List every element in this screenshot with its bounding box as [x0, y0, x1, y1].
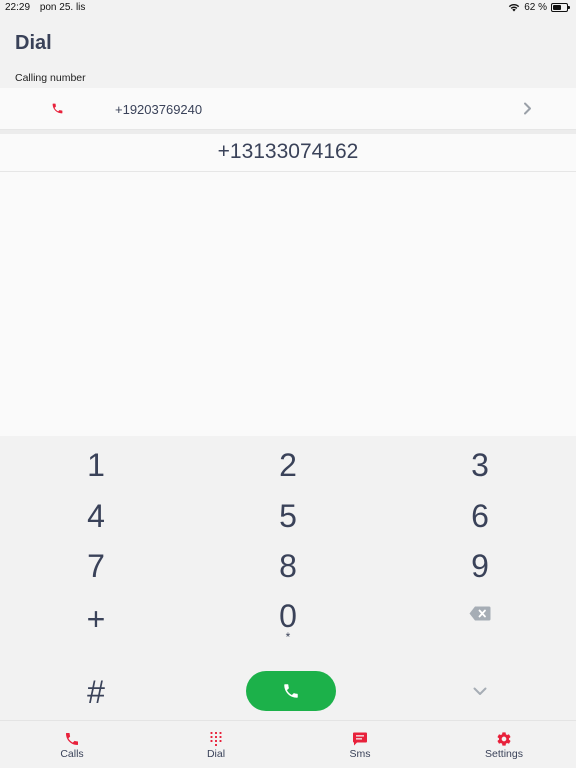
call-button[interactable]: [246, 671, 336, 711]
phone-icon: [66, 733, 78, 745]
tab-dial-label: Dial: [206, 748, 226, 760]
calling-number-label: Calling number: [15, 72, 86, 84]
battery-icon: [551, 3, 570, 12]
key-5[interactable]: 5: [228, 493, 348, 539]
key-1[interactable]: 1: [36, 442, 156, 488]
key-3[interactable]: 3: [420, 442, 540, 488]
phone-icon: [52, 103, 63, 114]
wifi-icon: [509, 3, 520, 12]
key-0[interactable]: 0 *: [228, 593, 348, 643]
status-time: 22:29: [5, 2, 31, 13]
dialed-number-field[interactable]: +13133074162: [0, 140, 576, 164]
tab-settings-label: Settings: [485, 748, 523, 760]
message-icon: [353, 732, 367, 746]
key-4[interactable]: 4: [36, 493, 156, 539]
dialpad-icon: [210, 732, 222, 746]
tab-sms[interactable]: Sms: [310, 721, 410, 768]
key-hash[interactable]: #: [36, 669, 156, 715]
status-date: pon 25. lis: [39, 2, 86, 13]
page-title: Dial: [15, 32, 52, 54]
calling-number-value: +19203769240: [115, 102, 203, 117]
divider: [0, 171, 576, 172]
status-bar: 22:29 pon 25. lis 62 %: [0, 0, 576, 16]
battery-percent: 62 %: [524, 2, 547, 13]
gear-icon: [497, 732, 511, 746]
keypad: 1 2 3 4 5 6 7 8 9 + 0 * #: [0, 436, 576, 720]
key-2[interactable]: 2: [228, 442, 348, 488]
tab-settings[interactable]: Settings: [454, 721, 554, 768]
key-9[interactable]: 9: [420, 543, 540, 589]
key-6[interactable]: 6: [420, 493, 540, 539]
key-8[interactable]: 8: [228, 543, 348, 589]
key-0-star-label: *: [285, 630, 291, 644]
tab-bar: Calls Dial Sms Settings: [0, 720, 576, 768]
status-right: 62 %: [508, 2, 570, 13]
tab-calls-label: Calls: [60, 748, 84, 760]
chevron-down-icon[interactable]: [458, 676, 502, 706]
backspace-icon[interactable]: [458, 598, 502, 628]
battery-fill: [553, 5, 562, 10]
status-left: 22:29 pon 25. lis: [5, 2, 85, 13]
tab-sms-label: Sms: [349, 748, 371, 760]
phone-icon: [284, 684, 298, 698]
key-plus[interactable]: +: [36, 596, 156, 642]
tab-dial[interactable]: Dial: [166, 721, 266, 768]
dialed-number-area: +13133074162: [0, 134, 576, 436]
calling-number-row[interactable]: +19203769240: [0, 88, 576, 130]
tab-calls[interactable]: Calls: [22, 721, 122, 768]
key-7[interactable]: 7: [36, 543, 156, 589]
key-0-label: 0: [279, 598, 297, 634]
chevron-right-icon: [524, 102, 531, 115]
